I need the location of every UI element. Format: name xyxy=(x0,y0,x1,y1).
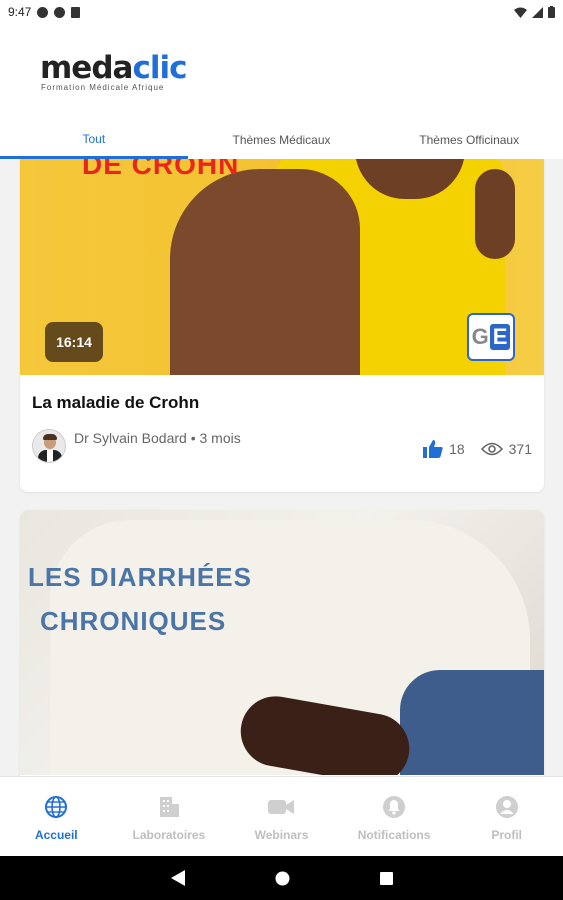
thumbs-up-icon[interactable] xyxy=(423,440,443,458)
user-icon xyxy=(495,796,518,818)
video-thumbnail[interactable]: DE CROHN 16:14 GE xyxy=(20,159,544,375)
like-count: 18 xyxy=(449,441,465,457)
tab-tout[interactable]: Tout xyxy=(0,121,188,159)
nav-label: Laboratoires xyxy=(132,828,206,842)
home-icon[interactable] xyxy=(275,871,290,886)
video-card[interactable]: DE CROHN 16:14 GE La maladie de Crohn Dr… xyxy=(20,159,544,492)
bottom-navigation: Accueil Laboratoires Webinars Notificati… xyxy=(0,776,563,856)
app-notification-icon xyxy=(54,6,66,18)
video-card[interactable]: LES DIARRHÉES CHRONIQUES xyxy=(20,510,544,776)
app-notification-icon xyxy=(37,6,49,18)
nav-label: Accueil xyxy=(34,828,78,842)
battery-icon xyxy=(548,6,555,18)
recents-icon[interactable] xyxy=(379,871,393,885)
channel-logo: GE xyxy=(467,313,515,361)
nav-label: Webinars xyxy=(254,828,309,842)
tab-themes-officinaux[interactable]: Thèmes Officinaux xyxy=(375,121,563,159)
sd-card-icon xyxy=(71,6,81,18)
bell-icon xyxy=(383,796,406,818)
video-meta: Dr Sylvain Bodard • 3 mois xyxy=(32,429,244,463)
avatar[interactable] xyxy=(32,429,66,463)
video-thumbnail[interactable]: LES DIARRHÉES CHRONIQUES xyxy=(20,510,544,775)
thumbnail-title: LES DIARRHÉES xyxy=(28,562,252,592)
video-feed[interactable]: DE CROHN 16:14 GE La maladie de Crohn Dr… xyxy=(0,159,563,776)
eye-icon xyxy=(480,442,503,456)
nav-profil[interactable]: Profil xyxy=(450,777,563,856)
video-stats: 18 371 xyxy=(423,440,532,458)
video-duration: 16:14 xyxy=(45,322,103,362)
nav-webinars[interactable]: Webinars xyxy=(225,777,338,856)
signal-icon xyxy=(532,6,543,18)
view-count: 371 xyxy=(508,441,532,457)
video-title[interactable]: La maladie de Crohn xyxy=(32,393,199,413)
video-icon xyxy=(268,800,295,814)
tab-themes-medicaux[interactable]: Thèmes Médicaux xyxy=(188,121,376,159)
system-navigation-bar xyxy=(0,856,563,900)
back-icon[interactable] xyxy=(170,870,185,886)
nav-label: Profil xyxy=(491,828,522,842)
status-bar: 9:47 xyxy=(0,0,563,24)
category-tabs: Tout Thèmes Médicaux Thèmes Officinaux xyxy=(0,121,563,159)
nav-label: Notifications xyxy=(357,828,431,842)
app-header: medaclic Formation Médicale Afrique xyxy=(0,24,563,121)
medaclic-logo: medaclic Formation Médicale Afrique xyxy=(40,50,187,92)
globe-icon xyxy=(45,796,68,818)
wifi-icon xyxy=(514,7,527,18)
author-info: Dr Sylvain Bodard • 3 mois xyxy=(74,430,241,446)
thumbnail-title: CHRONIQUES xyxy=(40,606,227,636)
nav-accueil[interactable]: Accueil xyxy=(0,777,113,856)
building-icon xyxy=(159,797,179,817)
nav-notifications[interactable]: Notifications xyxy=(338,777,451,856)
thumbnail-title: DE CROHN xyxy=(82,159,240,180)
nav-laboratoires[interactable]: Laboratoires xyxy=(113,777,226,856)
status-time: 9:47 xyxy=(8,5,32,19)
